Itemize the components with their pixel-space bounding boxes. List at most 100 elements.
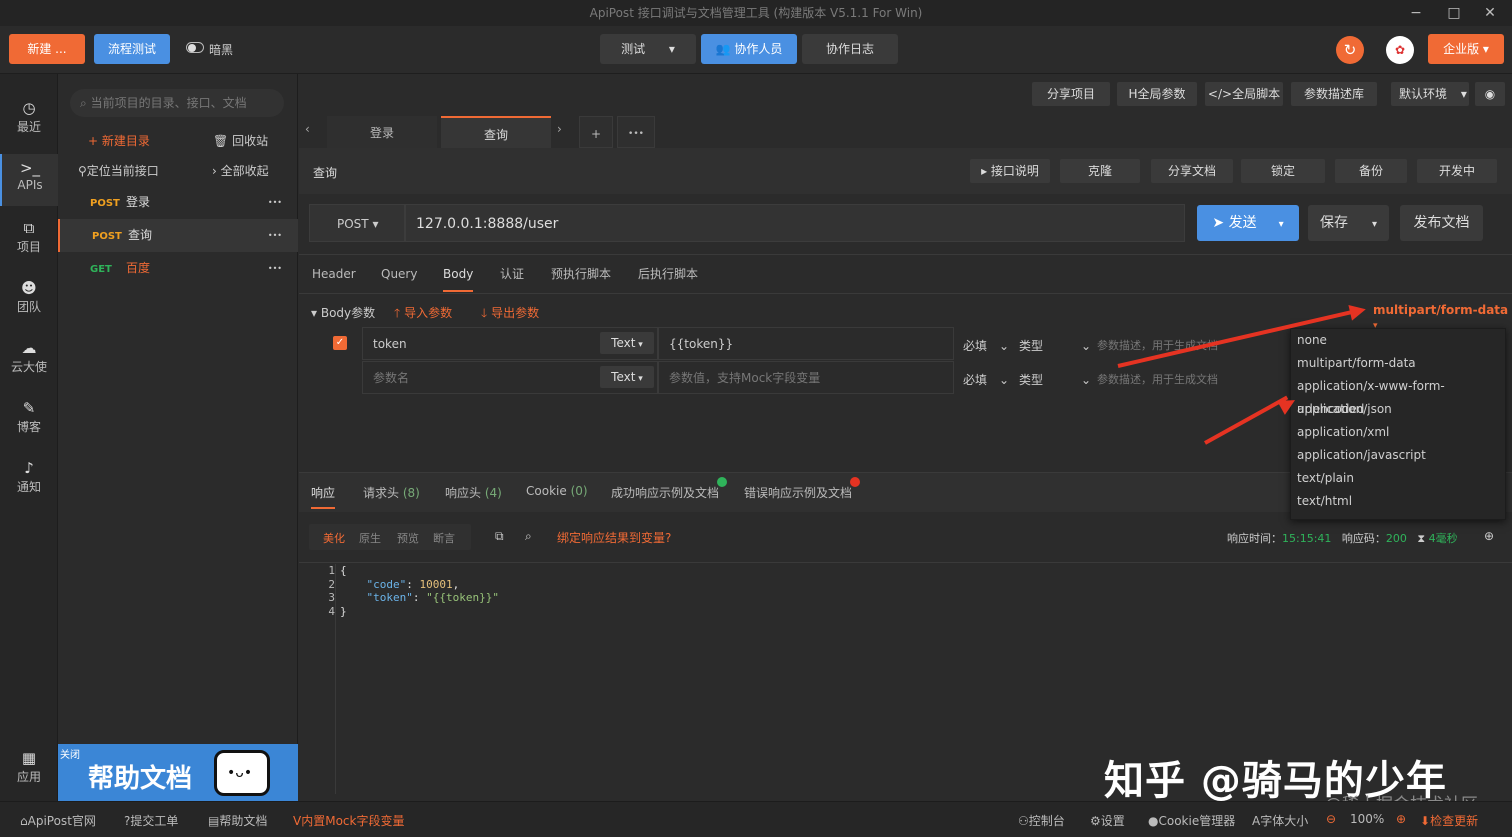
dropdown-option[interactable]: application/xml xyxy=(1291,421,1505,444)
export-params-button[interactable]: 🡓 导出参数 xyxy=(481,304,539,325)
view-tab[interactable]: 断言 xyxy=(433,530,455,546)
tabs-left-arrow[interactable]: ‹ xyxy=(305,122,310,136)
param-value-input[interactable]: 参数值，支持Mock字段变量 xyxy=(658,361,954,394)
env-select[interactable]: 测试 ▾ xyxy=(600,34,696,64)
subtab-预执行脚本[interactable]: 预执行脚本 xyxy=(551,264,611,292)
tree-item[interactable]: POST 查询 ••• xyxy=(58,219,298,252)
help-banner[interactable]: 关闭 帮助文档 •ᴗ• xyxy=(58,744,298,801)
subtab-认证[interactable]: 认证 xyxy=(500,264,524,292)
subtab-query[interactable]: Query xyxy=(381,264,417,292)
required-select[interactable]: 必填 ⌄ xyxy=(963,371,1009,388)
tab-login[interactable]: 登录 xyxy=(327,116,437,148)
resp-tab-error-examples[interactable]: 错误响应示例及文档 xyxy=(744,484,852,501)
eye-icon[interactable]: ◉ xyxy=(1475,82,1505,106)
more-icon[interactable]: ••• xyxy=(268,252,282,285)
nav-item-1[interactable]: >_ APIs xyxy=(0,154,58,206)
view-tab[interactable]: 美化 xyxy=(323,530,345,546)
subtab-body[interactable]: Body xyxy=(443,264,474,292)
close-button[interactable]: ✕ xyxy=(1468,0,1512,26)
nav-item-0[interactable]: ◷ 最近 xyxy=(0,94,58,146)
tree-item[interactable]: GET 百度 ••• xyxy=(58,252,298,285)
action-button-3[interactable]: 锁定 xyxy=(1241,159,1325,183)
theme-toggle[interactable] xyxy=(186,42,204,53)
param-type-select[interactable]: Text ▾ xyxy=(600,332,654,354)
send-button[interactable]: ➤ 发送 ▾ xyxy=(1197,205,1299,241)
nav-item-5[interactable]: ✎ 博客 xyxy=(0,394,58,446)
recycle-bin-button[interactable]: 🗑 回收站 xyxy=(213,132,268,149)
import-params-button[interactable]: 🡑 导入参数 xyxy=(394,304,452,325)
publish-doc-button[interactable]: 发布文档 xyxy=(1400,205,1483,241)
new-directory-button[interactable]: + 新建目录 xyxy=(88,132,150,149)
search-icon[interactable]: ⌕ xyxy=(525,529,532,544)
more-icon[interactable]: ••• xyxy=(268,219,282,252)
more-icon[interactable]: ••• xyxy=(268,186,282,219)
nav-item-6[interactable]: ♪ 通知 xyxy=(0,454,58,506)
dropdown-option[interactable]: multipart/form-data xyxy=(1291,352,1505,375)
required-select[interactable]: 必填 ⌄ xyxy=(963,337,1009,354)
view-tab[interactable]: 预览 xyxy=(397,530,419,546)
action-button-0[interactable]: ▸ 接口说明 xyxy=(970,159,1050,183)
action-button-5[interactable]: 开发中 xyxy=(1417,159,1497,183)
field-type-select[interactable]: 类型 ⌄ xyxy=(1019,371,1091,388)
check-update-button[interactable]: ⬇检查更新 xyxy=(1420,812,1478,829)
action-button-1[interactable]: 克隆 xyxy=(1060,159,1140,183)
add-tab-button[interactable]: + xyxy=(579,116,613,148)
cookie-manager-button[interactable]: ●Cookie管理器 xyxy=(1148,812,1235,829)
subtab-header[interactable]: Header xyxy=(312,264,356,292)
nav-item-7[interactable]: ▦ 应用 xyxy=(0,744,58,796)
view-tab[interactable]: 原生 xyxy=(359,530,381,546)
collaborators-button[interactable]: 👥 协作人员 xyxy=(701,34,797,64)
official-site-link[interactable]: ⌂ApiPost官网 xyxy=(20,812,96,829)
tree-search[interactable]: ⌕ 当前项目的目录、接口、文档 xyxy=(70,89,284,117)
body-params-toggle[interactable]: ▾ Body参数 xyxy=(311,304,375,321)
dropdown-option[interactable]: application/x-www-form-urlencoded xyxy=(1291,375,1505,416)
mock-vars-link[interactable]: V内置Mock字段变量 xyxy=(293,812,404,829)
nav-item-4[interactable]: ☁ 云大使 xyxy=(0,334,58,386)
font-increase-button[interactable]: ⊕ xyxy=(1396,812,1406,826)
subtab-后执行脚本[interactable]: 后执行脚本 xyxy=(638,264,698,292)
edition-button[interactable]: 企业版 ▾ xyxy=(1428,34,1504,64)
toolbar-button-3[interactable]: 参数描述库 xyxy=(1291,82,1377,106)
collab-log-button[interactable]: 协作日志 xyxy=(802,34,898,64)
toolbar-button-0[interactable]: 分享项目 xyxy=(1032,82,1110,106)
param-value-input[interactable]: {{token}} xyxy=(658,327,954,360)
nav-item-3[interactable]: ☻ 团队 xyxy=(0,274,58,326)
resp-tab-success-examples[interactable]: 成功响应示例及文档 xyxy=(611,484,719,501)
avatar[interactable]: ✿ xyxy=(1386,36,1414,64)
code-editor[interactable]: { "code": 10001, "token": "{{token}}"} xyxy=(340,564,499,618)
param-type-select[interactable]: Text ▾ xyxy=(600,366,654,388)
nav-item-2[interactable]: ⧉ 项目 xyxy=(0,214,58,266)
dropdown-option[interactable]: text/plain xyxy=(1291,467,1505,490)
console-button[interactable]: ⚇控制台 xyxy=(1018,812,1065,829)
toolbar-button-1[interactable]: H全局参数 xyxy=(1117,82,1197,106)
action-button-4[interactable]: 备份 xyxy=(1335,159,1407,183)
method-select[interactable]: POST ▾ xyxy=(309,204,405,242)
tab-query[interactable]: 查询 xyxy=(441,116,551,148)
settings-button[interactable]: ⚙设置 xyxy=(1090,812,1125,829)
toolbar-button-2[interactable]: </>全局脚本 xyxy=(1205,82,1283,106)
resp-tab-response[interactable]: 响应 xyxy=(311,484,336,509)
new-button[interactable]: 新建 ... xyxy=(9,34,85,64)
dropdown-option[interactable]: application/javascript xyxy=(1291,444,1505,467)
resp-tab-request-headers[interactable]: 请求头 (8) xyxy=(363,484,420,501)
help-docs-link[interactable]: ▤帮助文档 xyxy=(208,812,267,829)
banner-close-button[interactable]: 关闭 xyxy=(60,746,80,761)
row-checkbox[interactable]: ✓ xyxy=(333,336,347,350)
bind-response-link[interactable]: 绑定响应结果到变量? xyxy=(557,529,671,546)
dropdown-option[interactable]: none xyxy=(1291,329,1505,352)
dropdown-option[interactable]: text/html xyxy=(1291,490,1505,513)
environment-select[interactable]: 默认环境 ▾ xyxy=(1391,82,1469,106)
submit-ticket-link[interactable]: ?提交工单 xyxy=(124,812,178,829)
content-type-select[interactable]: multipart/form-data ▾ xyxy=(1373,303,1512,331)
resp-tab-cookie[interactable]: Cookie (0) xyxy=(526,484,588,498)
save-button[interactable]: 保存 ▾ xyxy=(1308,205,1389,241)
sync-icon[interactable]: ↻ xyxy=(1336,36,1364,64)
action-button-2[interactable]: 分享文档 xyxy=(1151,159,1233,183)
download-icon[interactable]: ⊕ xyxy=(1484,529,1494,543)
copy-icon[interactable]: ⧉ xyxy=(495,529,504,544)
flow-test-button[interactable]: 流程测试 xyxy=(94,34,170,64)
locate-current-button[interactable]: ⚲定位当前接口 xyxy=(78,162,159,179)
collapse-all-button[interactable]: › 全部收起 xyxy=(212,162,269,179)
url-input[interactable]: 127.0.0.1:8888/user xyxy=(405,204,1185,242)
resp-tab-response-headers[interactable]: 响应头 (4) xyxy=(445,484,502,501)
